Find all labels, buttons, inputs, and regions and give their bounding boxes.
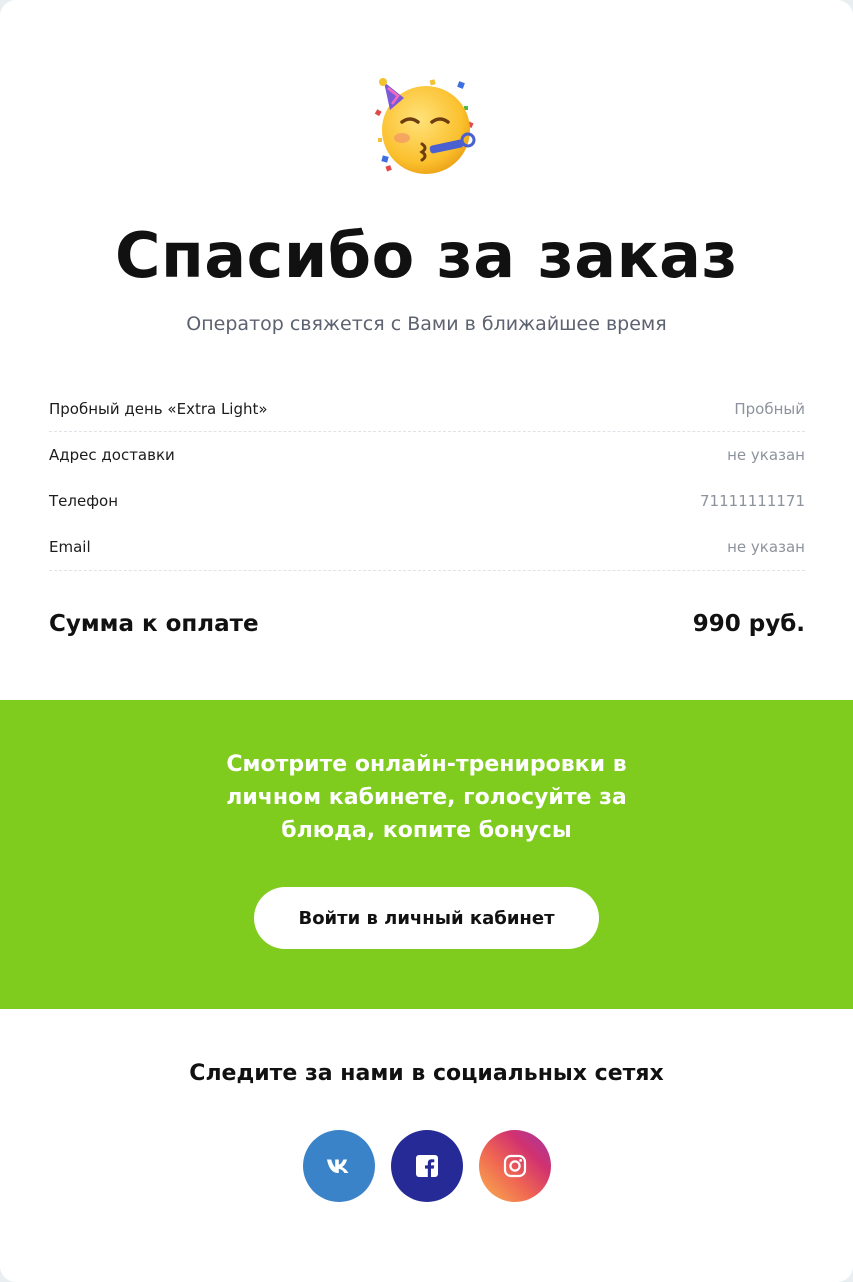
order-confirmation-card: Спасибо за заказ Оператор свяжется с Вам… bbox=[0, 0, 853, 1282]
login-account-button[interactable]: Войти в личный кабинет bbox=[254, 887, 599, 949]
order-row-label: Email bbox=[49, 538, 91, 556]
partying-face-icon bbox=[372, 78, 480, 178]
order-row-address: Адрес доставки не указан bbox=[49, 432, 805, 478]
facebook-link[interactable] bbox=[391, 1130, 463, 1202]
order-row-value: не указан bbox=[727, 538, 805, 556]
order-row-value: 71111111171 bbox=[700, 492, 805, 510]
total-value: 990 руб. bbox=[692, 611, 805, 637]
facebook-icon bbox=[416, 1155, 438, 1177]
account-promo-banner: Смотрите онлайн-тренировки в личном каби… bbox=[0, 700, 853, 1009]
instagram-icon bbox=[503, 1154, 527, 1178]
order-row-value: Пробный bbox=[734, 399, 805, 418]
page-title: Спасибо за заказ bbox=[114, 219, 739, 292]
total-label: Сумма к оплате bbox=[49, 611, 259, 637]
page-subtitle: Оператор свяжется с Вами в ближайшее вре… bbox=[186, 313, 667, 335]
order-row-email: Email не указан bbox=[49, 524, 805, 571]
order-row-label: Адрес доставки bbox=[49, 446, 175, 464]
social-title: Следите за нами в социальных сетях bbox=[189, 1061, 664, 1086]
order-row-label: Пробный день «Extra Light» bbox=[49, 399, 268, 418]
order-total: Сумма к оплате 990 руб. bbox=[49, 608, 805, 640]
order-row-phone: Телефон 71111111171 bbox=[49, 478, 805, 524]
vk-icon bbox=[327, 1159, 349, 1173]
order-row-product: Пробный день «Extra Light» Пробный bbox=[49, 386, 805, 432]
vk-link[interactable] bbox=[303, 1130, 375, 1202]
order-row-value: не указан bbox=[727, 446, 805, 464]
order-details: Пробный день «Extra Light» Пробный Адрес… bbox=[49, 386, 805, 571]
order-row-label: Телефон bbox=[49, 492, 119, 510]
promo-text: Смотрите онлайн-тренировки в личном каби… bbox=[226, 752, 627, 843]
instagram-link[interactable] bbox=[479, 1130, 551, 1202]
